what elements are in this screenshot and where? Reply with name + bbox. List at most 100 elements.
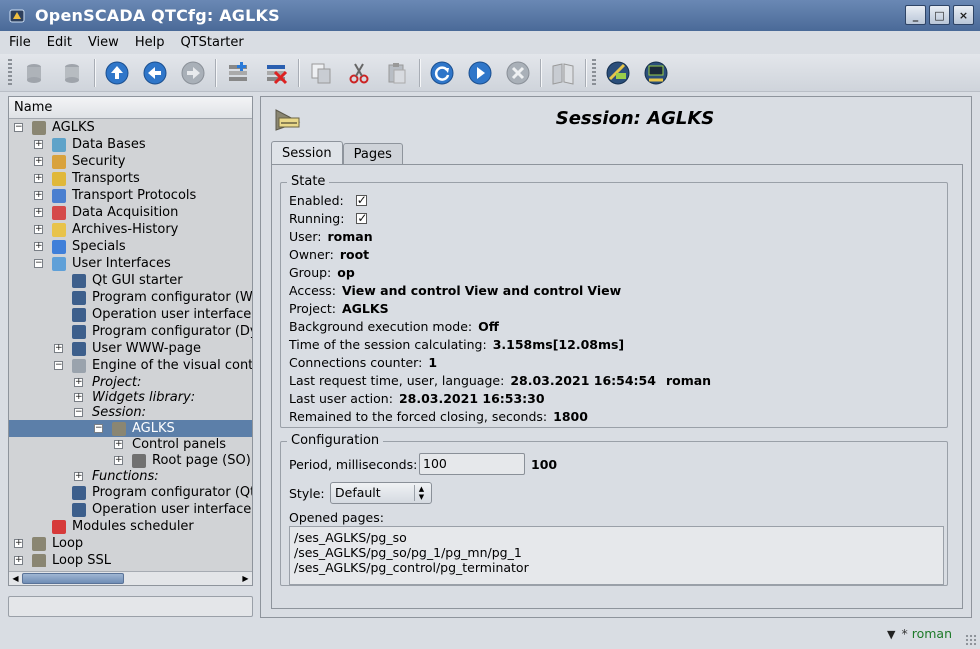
qtstarter-button-1[interactable] [602, 57, 634, 89]
style-select[interactable]: Default ▲ ▼ [330, 482, 432, 504]
tree-item[interactable]: + Transports [9, 170, 252, 187]
last-request-time: 28.03.2021 16:54:54 [510, 373, 656, 388]
collapse-icon[interactable]: − [74, 408, 83, 417]
tree-item[interactable]: + Loop SSL [9, 552, 252, 567]
window-title: OpenSCADA QTCfg: AGLKS [35, 6, 280, 25]
navigation-tree[interactable]: − AGLKS + Data Bases + Security + Transports + Tr… [9, 119, 252, 567]
list-item[interactable]: /ses_AGLKS/pg_control/pg_terminator [294, 560, 939, 575]
list-item[interactable]: /ses_AGLKS/pg_so/pg_1/pg_mn/pg_1 [294, 545, 939, 560]
tree-item[interactable]: − Session: [9, 404, 252, 421]
db-load-button[interactable] [18, 57, 50, 89]
expand-icon[interactable]: + [34, 157, 43, 166]
tree-item[interactable]: + User WWW-page [9, 340, 252, 357]
tab-pages[interactable]: Pages [342, 143, 403, 165]
tree-item[interactable]: Modules scheduler [9, 518, 252, 535]
tree-item[interactable]: + Root page (SO) [9, 452, 252, 469]
opened-pages-list[interactable]: /ses_AGLKS/pg_so /ses_AGLKS/pg_so/pg_1/p… [289, 526, 944, 585]
calc-time-value: 3.158ms[12.08ms] [492, 337, 625, 352]
bgmode-label: Background execution mode: [289, 319, 473, 334]
tree-item[interactable]: + Archives-History [9, 221, 252, 238]
tree-item[interactable]: + Data Acquisition [9, 204, 252, 221]
expand-icon[interactable]: + [34, 191, 43, 200]
tree-item[interactable]: + Security [9, 153, 252, 170]
paste-button[interactable] [381, 57, 413, 89]
expand-icon[interactable]: + [74, 393, 83, 402]
menu-edit[interactable]: Edit [47, 35, 72, 50]
running-checkbox[interactable] [356, 210, 367, 227]
back-button[interactable] [139, 57, 171, 89]
tree-item[interactable]: − AGLKS [9, 420, 252, 437]
tree-item[interactable]: Program configurator (WEB [9, 289, 252, 306]
enabled-checkbox[interactable] [355, 192, 367, 209]
up-button[interactable] [101, 57, 133, 89]
db-save-button[interactable] [56, 57, 88, 89]
start-button[interactable] [464, 57, 496, 89]
qtstarter-button-2[interactable] [640, 57, 672, 89]
tree-item[interactable]: + Data Bases [9, 136, 252, 153]
add-item-button[interactable] [222, 57, 254, 89]
tree-item[interactable]: + Functions: [9, 468, 252, 485]
expand-icon[interactable]: + [114, 440, 123, 449]
expand-icon[interactable]: + [74, 378, 83, 387]
expand-icon[interactable]: + [34, 242, 43, 251]
stop-button[interactable] [502, 57, 534, 89]
expand-icon[interactable]: + [34, 140, 43, 149]
tree-item[interactable]: + Transport Protocols [9, 187, 252, 204]
manual-button[interactable] [547, 57, 579, 89]
expand-icon[interactable]: + [14, 556, 23, 565]
expand-icon[interactable]: + [54, 344, 63, 353]
tree-item[interactable]: + Specials [9, 238, 252, 255]
reload-button[interactable] [426, 57, 458, 89]
tree-item-label: Data Acquisition [72, 205, 179, 220]
expand-icon[interactable]: + [14, 539, 23, 548]
collapse-icon[interactable]: − [14, 123, 23, 132]
tree-item[interactable]: + Loop [9, 535, 252, 552]
tree-item[interactable]: − Engine of the visual contro [9, 357, 252, 374]
tree-item[interactable]: Program configurator (Qt) [9, 484, 252, 501]
collapse-icon[interactable]: − [54, 361, 63, 370]
tab-session[interactable]: Session [271, 141, 343, 165]
tree-item[interactable]: Operation user interface (V [9, 501, 252, 518]
tree-item[interactable]: − User Interfaces [9, 255, 252, 272]
tree-item[interactable]: + Control panels [9, 436, 252, 453]
tree-node-icon [72, 342, 86, 356]
collapse-icon[interactable]: − [94, 424, 103, 433]
toolbar-grip[interactable] [592, 58, 596, 87]
tree-item[interactable]: − AGLKS [9, 119, 252, 136]
last-action-value: 28.03.2021 16:53:30 [398, 391, 545, 406]
expand-icon[interactable]: + [34, 225, 43, 234]
forward-button[interactable] [177, 57, 209, 89]
maximize-button[interactable]: □ [929, 5, 950, 25]
minimize-button[interactable]: _ [905, 5, 926, 25]
copy-button[interactable] [305, 57, 337, 89]
list-item[interactable]: /ses_AGLKS/pg_so [294, 530, 939, 545]
expand-icon[interactable]: + [34, 174, 43, 183]
tree-item[interactable]: Qt GUI starter [9, 272, 252, 289]
expand-icon[interactable]: + [114, 456, 123, 465]
expand-icon[interactable]: + [74, 472, 83, 481]
app-icon[interactable] [8, 7, 26, 25]
expand-icon[interactable]: + [34, 208, 43, 217]
tree-item-label: Security [72, 154, 126, 169]
delete-item-button[interactable] [260, 57, 292, 89]
menu-view[interactable]: View [88, 35, 119, 50]
toolbar-grip[interactable] [8, 58, 12, 87]
close-button[interactable]: × [953, 5, 974, 25]
menu-help[interactable]: Help [135, 35, 165, 50]
tree-item[interactable]: Program configurator (Dyn [9, 323, 252, 340]
tree-item[interactable]: Operation user interface (C [9, 306, 252, 323]
cut-button[interactable] [343, 57, 375, 89]
tree-header-name[interactable]: Name [9, 97, 252, 119]
scroll-left-icon[interactable]: ◀ [10, 573, 21, 584]
remained-row: Remained to the forced closing, seconds:… [289, 408, 588, 425]
navigation-tree-panel: Name − AGLKS + Data Bases + Security + Transpor… [8, 96, 253, 586]
resize-grip-icon[interactable] [965, 634, 977, 646]
menu-file[interactable]: File [9, 35, 31, 50]
scrollbar-thumb[interactable] [22, 573, 124, 584]
tree-horizontal-scrollbar[interactable]: ◀ ▶ [9, 571, 252, 585]
user-indicator[interactable]: ▼ * roman [887, 626, 952, 641]
menu-qtstarter[interactable]: QTStarter [180, 35, 243, 50]
scroll-right-icon[interactable]: ▶ [240, 573, 251, 584]
collapse-icon[interactable]: − [34, 259, 43, 268]
period-input[interactable]: 100 [419, 453, 525, 475]
